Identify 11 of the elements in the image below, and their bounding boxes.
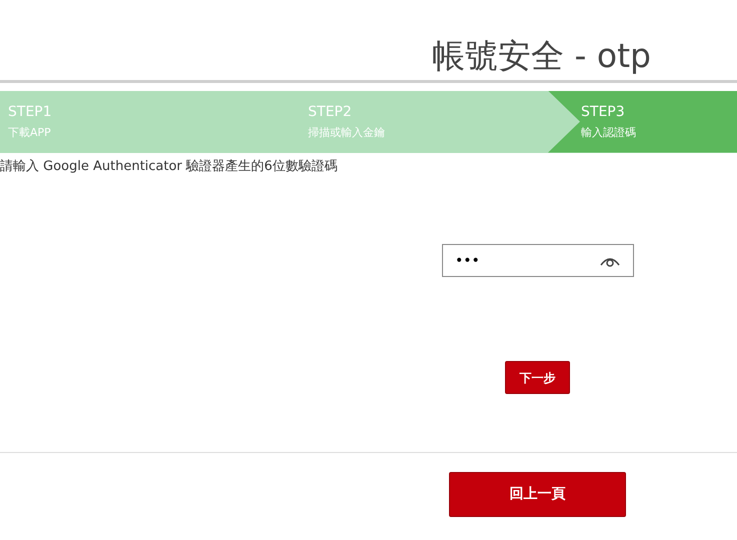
- page-title: 帳號安全 - otp: [431, 36, 651, 76]
- step-caption: 輸入認證碼: [581, 126, 636, 140]
- code-field[interactable]: •••: [442, 244, 634, 278]
- next-button[interactable]: 下一步: [505, 361, 570, 394]
- step-label: STEP1: [8, 102, 52, 121]
- step-label: STEP2: [308, 102, 352, 121]
- instruction-text: 請輸入 Google Authenticator 驗證器產生的6位數驗證碼: [0, 158, 338, 176]
- step-label: STEP3: [581, 102, 625, 121]
- back-button[interactable]: 回上一頁: [449, 472, 626, 518]
- step-caption: 掃描或輸入金鑰: [308, 126, 385, 140]
- step-caption: 下載APP: [8, 126, 51, 140]
